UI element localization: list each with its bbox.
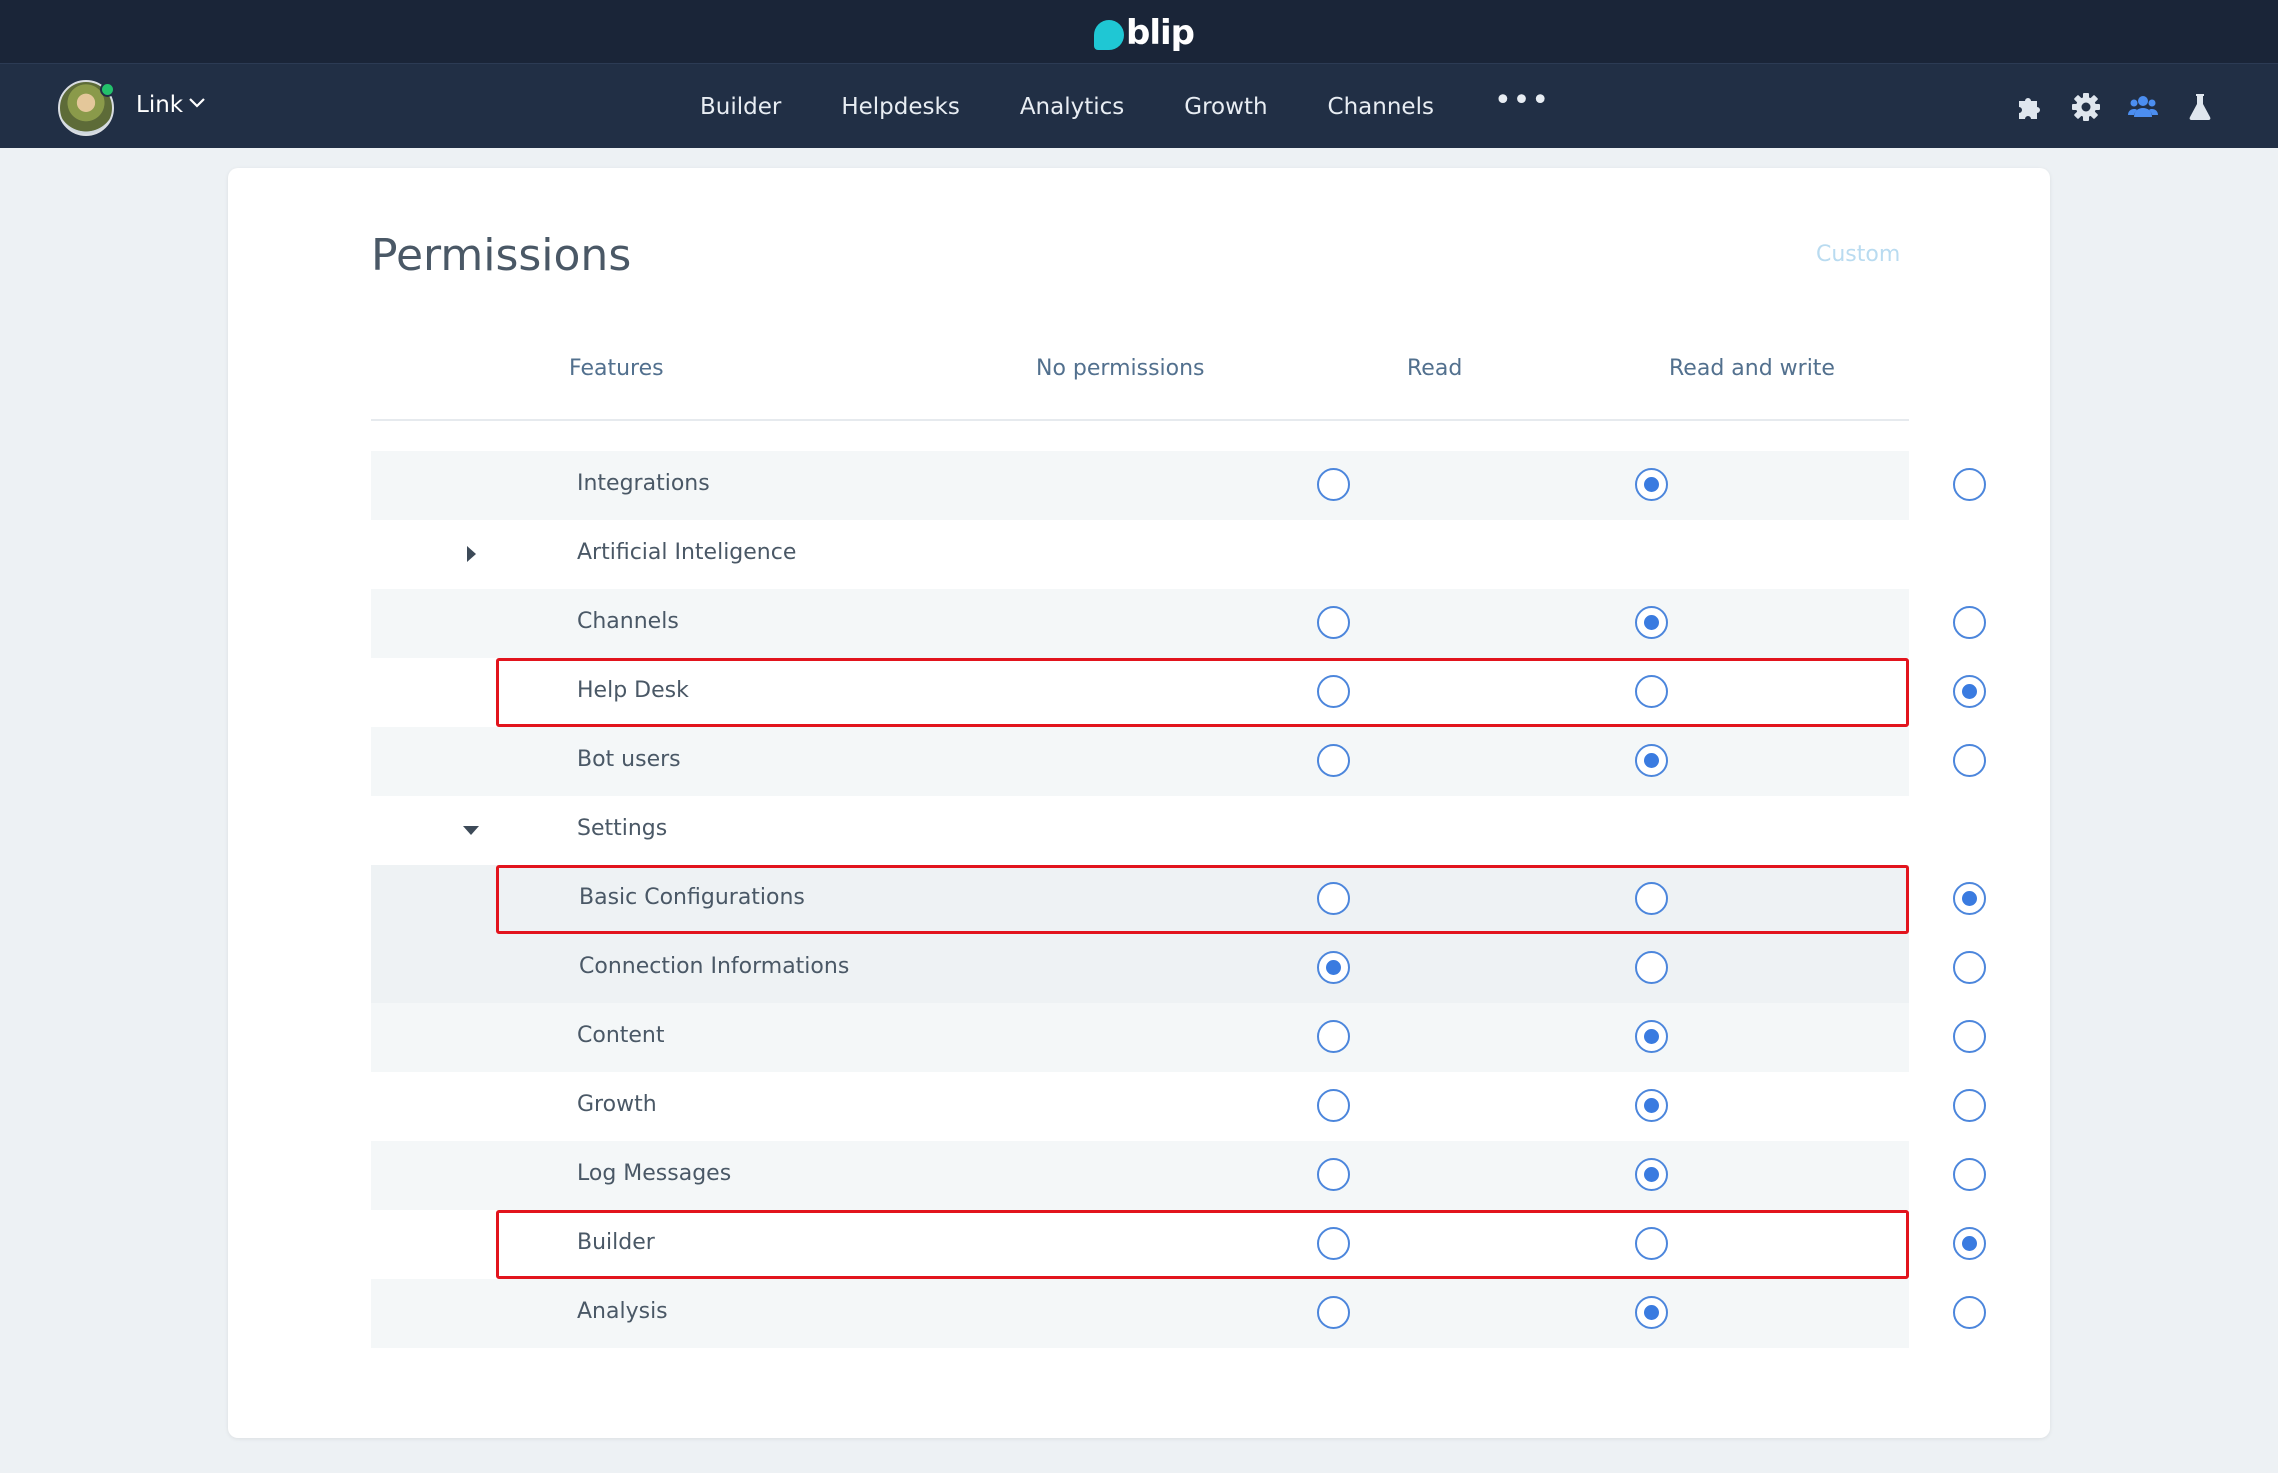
feature-label: Builder [577, 1230, 655, 1255]
feature-label: Basic Configurations [579, 885, 805, 910]
feature-label: Connection Informations [579, 954, 850, 979]
header-features: Features [569, 356, 664, 381]
radio-no-permissions[interactable] [1317, 468, 1350, 501]
permission-row-basic-configurations: Basic Configurations [371, 865, 1986, 934]
radio-read-and-write[interactable] [1953, 1227, 1986, 1260]
feature-label: Growth [577, 1092, 657, 1117]
radio-read-and-write[interactable] [1953, 1158, 1986, 1191]
permission-row-content: Content [371, 1003, 1986, 1072]
puzzle-icon[interactable] [2012, 90, 2046, 124]
permissions-card: Permissions Custom Features No permissio… [228, 168, 2050, 1438]
main-nav: Builder Helpdesks Analytics Growth Chann… [700, 64, 1550, 149]
user-name[interactable]: Link [136, 92, 183, 118]
feature-label[interactable]: Settings [577, 816, 667, 841]
blip-logo[interactable]: blip [1094, 13, 1195, 53]
permission-row-connection-informations: Connection Informations [371, 934, 1986, 1003]
feature-label: Channels [577, 609, 679, 634]
radio-no-permissions[interactable] [1317, 1158, 1350, 1191]
brand-bar: blip [0, 0, 2278, 63]
radio-read[interactable] [1635, 1296, 1668, 1329]
nav-builder[interactable]: Builder [700, 94, 781, 120]
radio-read[interactable] [1635, 1158, 1668, 1191]
radio-no-permissions[interactable] [1317, 675, 1350, 708]
radio-read-and-write[interactable] [1953, 951, 1986, 984]
permission-row-integrations: Integrations [371, 451, 1986, 520]
radio-no-permissions[interactable] [1317, 744, 1350, 777]
nav-icon-group [2012, 90, 2240, 124]
radio-read[interactable] [1635, 1020, 1668, 1053]
radio-no-permissions[interactable] [1317, 1227, 1350, 1260]
more-menu-icon[interactable]: ••• [1494, 83, 1550, 118]
permission-row-bot-users: Bot users [371, 727, 1986, 796]
feature-label: Content [577, 1023, 665, 1048]
header-read-and-write: Read and write [1669, 356, 1835, 381]
radio-read[interactable] [1635, 1227, 1668, 1260]
feature-label: Bot users [577, 747, 681, 772]
radio-no-permissions[interactable] [1317, 1020, 1350, 1053]
nav-analytics[interactable]: Analytics [1020, 94, 1124, 120]
radio-read[interactable] [1635, 951, 1668, 984]
radio-no-permissions[interactable] [1317, 1296, 1350, 1329]
radio-read-and-write[interactable] [1953, 744, 1986, 777]
radio-no-permissions[interactable] [1317, 951, 1350, 984]
permission-row-help-desk: Help Desk [371, 658, 1986, 727]
permission-row-builder: Builder [371, 1210, 1986, 1279]
navigation-bar: Link Builder Helpdesks Analytics Growth … [0, 63, 2278, 148]
radio-read-and-write[interactable] [1953, 675, 1986, 708]
nav-helpdesks[interactable]: Helpdesks [841, 94, 959, 120]
permission-row-channels: Channels [371, 589, 1986, 658]
highlight-box [496, 658, 1909, 727]
caret-down-icon[interactable] [461, 820, 481, 840]
chevron-down-icon[interactable] [188, 94, 206, 113]
permission-row-settings: Settings [371, 796, 1909, 865]
nav-growth[interactable]: Growth [1184, 94, 1267, 120]
feature-label: Log Messages [577, 1161, 732, 1186]
feature-label: Integrations [577, 471, 710, 496]
permission-row-log-messages: Log Messages [371, 1141, 1986, 1210]
flask-icon[interactable] [2183, 90, 2217, 124]
highlight-box [496, 1210, 1909, 1279]
nav-channels[interactable]: Channels [1328, 94, 1434, 120]
radio-no-permissions[interactable] [1317, 606, 1350, 639]
gear-icon[interactable] [2069, 90, 2103, 124]
radio-read[interactable] [1635, 1089, 1668, 1122]
chat-bubble-icon [1094, 20, 1124, 50]
radio-read[interactable] [1635, 744, 1668, 777]
radio-read[interactable] [1635, 606, 1668, 639]
radio-read-and-write[interactable] [1953, 468, 1986, 501]
permission-row-growth: Growth [371, 1072, 1986, 1141]
radio-read[interactable] [1635, 675, 1668, 708]
online-status-dot [100, 82, 115, 97]
radio-read-and-write[interactable] [1953, 1089, 1986, 1122]
radio-read-and-write[interactable] [1953, 606, 1986, 639]
radio-no-permissions[interactable] [1317, 882, 1350, 915]
feature-label: Help Desk [577, 678, 689, 703]
permission-mode-label[interactable]: Custom [1816, 242, 1900, 267]
page-title: Permissions [371, 230, 632, 281]
logo-text: blip [1126, 13, 1195, 53]
radio-read-and-write[interactable] [1953, 1296, 1986, 1329]
radio-read-and-write[interactable] [1953, 1020, 1986, 1053]
permissions-table: Integrations Artificial Inteligence Channe… [371, 451, 1986, 1348]
feature-label[interactable]: Artificial Inteligence [577, 540, 796, 565]
radio-read[interactable] [1635, 468, 1668, 501]
header-no-permissions: No permissions [1036, 356, 1205, 381]
header-read: Read [1407, 356, 1463, 381]
radio-read[interactable] [1635, 882, 1668, 915]
radio-read-and-write[interactable] [1953, 882, 1986, 915]
caret-right-icon[interactable] [461, 544, 481, 564]
permission-row-artificial-inteligence: Artificial Inteligence [371, 520, 1909, 589]
radio-no-permissions[interactable] [1317, 1089, 1350, 1122]
team-icon[interactable] [2126, 90, 2160, 124]
permission-row-analysis: Analysis [371, 1279, 1986, 1348]
feature-label: Analysis [577, 1299, 668, 1324]
